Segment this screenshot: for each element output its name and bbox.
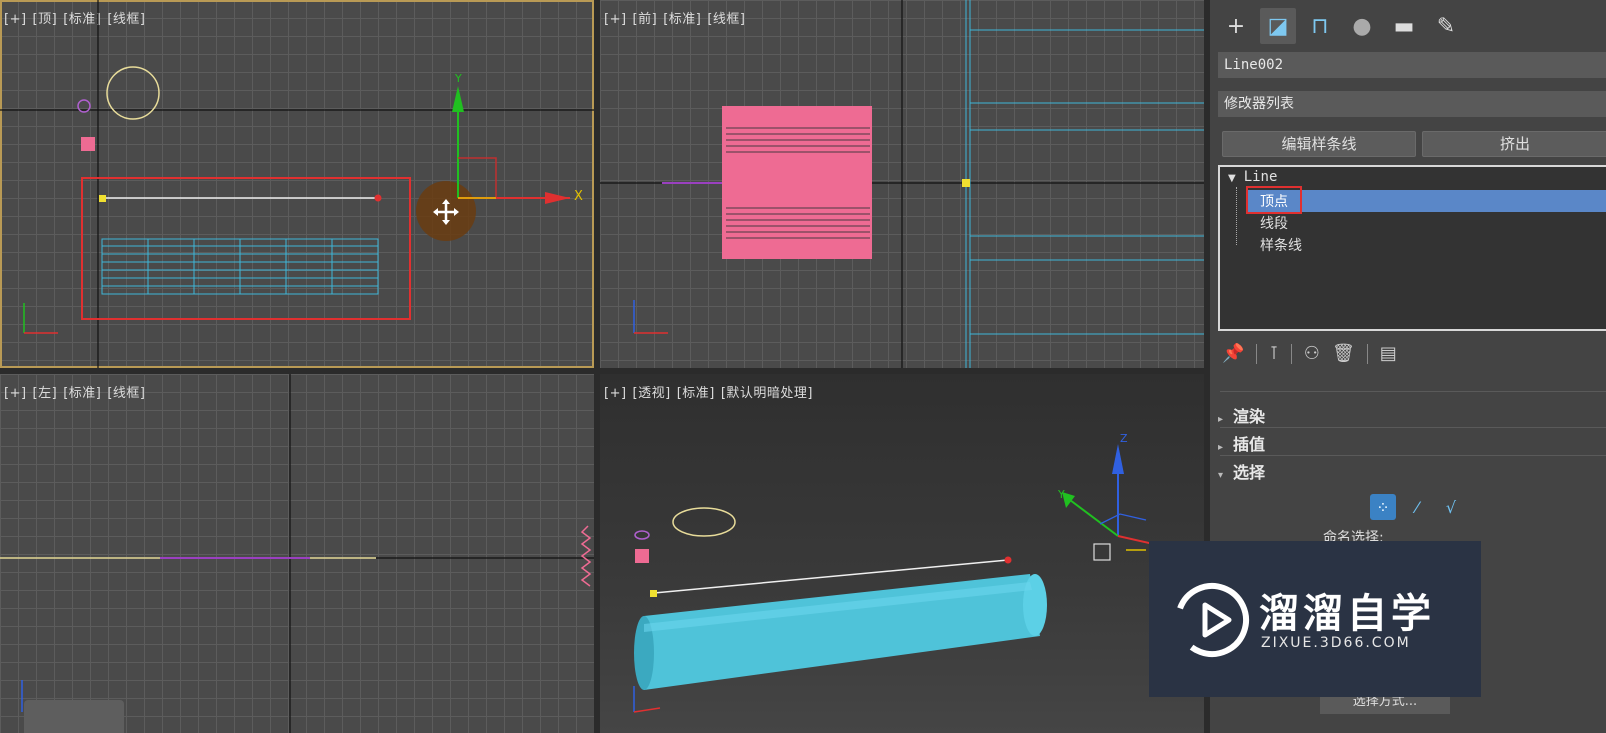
spline-level-icon[interactable]: √ (1438, 494, 1464, 520)
watermark-logo: 溜溜自学 ZIXUE.3D66.COM (1149, 541, 1481, 697)
command-panel-tabs: + ◪ ⊓ ● ▬ ✎ (1218, 8, 1464, 44)
rollout-selection[interactable]: ▾ 选择 (1218, 459, 1265, 483)
cylinder-front-lines (965, 0, 1204, 368)
modifier-list-dropdown[interactable]: 修改器列表 (1218, 91, 1606, 117)
viewport-left[interactable]: [+] [左] [标准] [线框] (0, 374, 594, 733)
persp-z-label: Z (1120, 432, 1128, 445)
tree-line (1236, 187, 1238, 245)
stack-toolbar: 📌 ⊺ ⚇ 🗑 ▤ (1222, 343, 1397, 364)
axis-tripod-front (633, 300, 668, 334)
display-icon: ▬ (1393, 13, 1415, 39)
stack-item-segment[interactable]: 线段 (1260, 213, 1288, 233)
collapsed-triangle-icon: ▸ (1218, 442, 1224, 453)
edit-spline-button[interactable]: 编辑样条线 (1222, 131, 1416, 157)
rollout-rendering[interactable]: ▸ 渲染 (1218, 403, 1265, 427)
plus-icon: + (1226, 13, 1246, 39)
gizmo-x-label: X (574, 189, 583, 204)
end-vertex (374, 194, 382, 202)
collapsed-triangle-icon: ▸ (1218, 414, 1224, 425)
move-gizmo (452, 86, 570, 204)
make-unique-icon[interactable]: ⚇ (1304, 343, 1320, 364)
vertex-level-icon[interactable]: ⁘ (1370, 494, 1396, 520)
motion-icon: ● (1352, 13, 1372, 39)
stack-root[interactable]: ▼ Line (1228, 169, 1277, 185)
panel-divider (1220, 455, 1606, 456)
gizmo-y-label: Y (454, 72, 462, 85)
persp-y-label: Y (1057, 488, 1065, 501)
utilities-icon: ✎ (1436, 13, 1456, 39)
utilities-tab[interactable]: ✎ (1428, 8, 1464, 44)
vertex-highlight-box (1246, 186, 1302, 214)
circle-perspective (672, 507, 736, 537)
viewport-top[interactable]: [+] [顶] [标准] [线框] X Y (0, 0, 594, 368)
modify-tab[interactable]: ◪ (1260, 8, 1296, 44)
remove-modifier-icon[interactable]: 🗑 (1332, 343, 1355, 364)
separator (1366, 343, 1368, 364)
first-vertex (99, 195, 106, 202)
panel-divider (1220, 427, 1606, 428)
panel-divider (1220, 391, 1606, 392)
hierarchy-tab[interactable]: ⊓ (1302, 8, 1338, 44)
play-logo-icon (1175, 583, 1249, 657)
separator (1256, 343, 1258, 364)
separator (1290, 343, 1292, 364)
motion-tab[interactable]: ● (1344, 8, 1380, 44)
display-tab[interactable]: ▬ (1386, 8, 1422, 44)
viewport-top-scene: X Y (0, 0, 594, 368)
front-vertex (962, 179, 970, 187)
hierarchy-icon: ⊓ (1311, 13, 1329, 39)
modify-icon: ◪ (1267, 13, 1289, 39)
viewport-left-scene (0, 374, 594, 733)
selection-highlight-box (81, 177, 411, 320)
viewcube-tab (24, 700, 124, 733)
extrude-button[interactable]: 挤出 (1422, 131, 1606, 157)
axis-tripod-top (23, 303, 58, 334)
segment-level-icon[interactable]: ⁄ (1404, 494, 1430, 520)
circle-shape (106, 66, 160, 120)
rollout-interpolation[interactable]: ▸ 插值 (1218, 431, 1265, 455)
viewport-perspective[interactable]: [+] [透视] [标准] [默认明暗处理] Z Y (600, 374, 1204, 733)
axis-tripod-perspective (633, 686, 661, 713)
cylinder-solid (634, 574, 1047, 690)
viewport-front-scene (600, 0, 1204, 368)
expanded-triangle-icon: ▾ (1218, 470, 1224, 481)
selection-level-buttons: ⁘ ⁄ √ (1370, 494, 1464, 520)
viewport-front[interactable]: [+] [前] [标准] [线框] (600, 0, 1204, 368)
cylinder-wireframe-top (101, 238, 379, 295)
show-end-result-icon[interactable]: ⊺ (1269, 343, 1278, 364)
create-tab[interactable]: + (1218, 8, 1254, 44)
pink-zigzag (580, 525, 592, 587)
pink-box-front (722, 106, 872, 259)
watermark-title: 溜溜自学 (1259, 591, 1435, 637)
pink-box-small (81, 137, 95, 151)
pink-box-perspective (635, 549, 649, 563)
stack-item-spline[interactable]: 样条线 (1260, 235, 1302, 255)
watermark-subtitle: ZIXUE.3D66.COM (1261, 635, 1411, 651)
configure-modifier-sets-icon[interactable]: ▤ (1380, 343, 1397, 364)
pin-stack-icon[interactable]: 📌 (1222, 343, 1244, 364)
expand-triangle-icon: ▼ (1228, 173, 1236, 184)
modifier-stack[interactable]: ▼ Line 顶点 线段 样条线 (1218, 165, 1606, 331)
viewport-perspective-scene: Z Y (633, 432, 1181, 713)
object-name-field[interactable]: Line002 (1218, 52, 1606, 78)
